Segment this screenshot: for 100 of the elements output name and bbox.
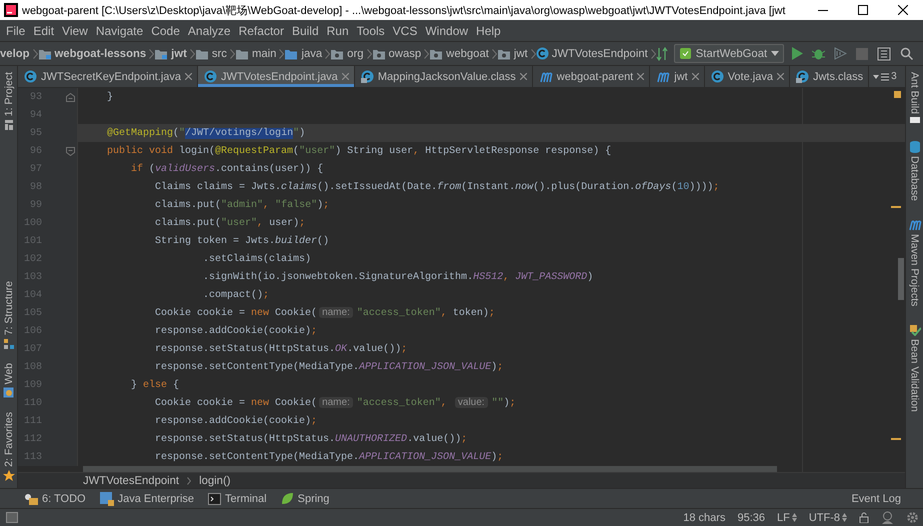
tool-window-button[interactable]: Terminal [208,492,267,504]
breadcrumb-item[interactable]: login() [199,474,230,486]
todo-icon [24,492,38,504]
enterprise-icon [100,492,114,506]
code-line: public void login(@RequestParam("user") String user, HttpServletResponse response) { [106,146,612,156]
breadcrumb-item[interactable]: JWTVotesEndpoint [83,474,180,486]
chevron-icon [187,476,192,484]
debug-icon[interactable] [812,47,826,60]
chevron-icon [230,48,235,58]
horizontal-scrollbar[interactable] [83,466,777,472]
menu-item[interactable]: Analyze [184,24,235,38]
up-down-icon [842,513,847,522]
run-icon[interactable] [792,47,804,60]
editor-tab[interactable]: MappingJacksonValue.class [354,66,533,87]
app-icon [4,3,18,17]
menu-item[interactable]: Refactor [234,24,288,38]
breadcrumb-item[interactable]: webgoat-lessons [54,48,146,60]
menu-item[interactable]: Edit [29,24,58,38]
class-icon [204,70,218,83]
breadcrumb-item[interactable]: webgoat [446,48,489,60]
m-letter-icon [538,70,553,82]
breadcrumb-item[interactable]: owasp [388,48,422,60]
menu-item[interactable]: Help [472,24,505,38]
editor-tab[interactable]: webgoat-parent [532,66,650,87]
inspector-icon[interactable] [881,511,894,524]
breadcrumb-item[interactable]: src [212,48,227,60]
menu-item[interactable]: Run [322,24,353,38]
chevron-icon [32,48,38,58]
maximize-icon[interactable] [858,5,868,15]
code-line: .signWith(io.jsonwebtoken.SignatureAlgorithm.HS512, JWT_PASSWORD) [202,272,594,282]
menu-item[interactable]: Navigate [92,24,148,38]
breadcrumb-item[interactable]: velop [0,48,30,60]
tool-window-button[interactable]: 2: Favorites [2,412,14,467]
module-folder-icon [154,48,168,60]
menu-item[interactable]: Build [288,24,323,38]
fold-icon[interactable] [66,146,75,156]
menu-item[interactable]: Tools [352,24,389,38]
tool-window-button[interactable]: Spring [280,492,330,505]
event-log-button[interactable]: Event Log [851,492,901,504]
tool-windows-toggle-icon[interactable] [6,512,18,523]
class-icon [24,70,37,83]
tool-window-button[interactable]: Web [2,362,14,384]
caret-position[interactable]: 95:36 [737,512,765,524]
source-folder-icon [284,48,298,60]
encoding-selector[interactable]: UTF-8 [808,512,847,524]
menu-item[interactable]: Code [147,24,184,38]
search-icon[interactable] [900,47,914,60]
code-line: response.addCookie(cookie); [154,416,318,426]
editor-tab[interactable]: jwt [650,66,705,87]
tool-window-button[interactable]: Java Enterprise [100,492,194,506]
class-icon [710,70,724,83]
tool-window-button[interactable]: Ant Build [908,72,920,114]
chevron-icon [190,48,195,58]
menu-item[interactable]: File [2,24,30,38]
close-icon[interactable] [898,5,908,15]
package-folder-icon [496,48,511,60]
chevron-icon [650,48,656,58]
project-icon [4,119,14,132]
tool-window-button[interactable]: Bean Validation [908,339,920,412]
m-letter-icon [656,70,670,82]
sort-arrows-icon[interactable] [656,46,668,60]
code-line: Claims claims = Jwts.claims().setIssuedAt(Date.from(Instant.now().plus(Duration.ofDays(10)))); [154,182,720,192]
run-configuration-dropdown[interactable]: StartWebGoat [674,44,784,63]
database-icon [910,141,920,154]
stop-icon[interactable] [856,48,868,60]
leaf-icon [280,492,294,505]
editor-tab[interactable]: JWTVotesEndpoint.java [198,66,355,87]
chevron-icon [366,48,372,58]
breadcrumb-item[interactable]: org [347,48,364,60]
chevron-icon [492,48,497,58]
fold-icon[interactable] [66,92,75,102]
breadcrumb-item[interactable]: jwt [514,48,528,60]
tool-window-button[interactable]: Database [908,156,920,201]
code-line: claims.put("user", user); [154,218,306,228]
tab-overflow-button[interactable]: 3 [869,66,901,87]
coverage-icon[interactable] [834,47,848,60]
menu-item[interactable]: Window [421,24,472,38]
menu-item[interactable]: VCS [388,24,422,38]
editor-tab[interactable]: Jwts.class [790,66,870,87]
line-separator-selector[interactable]: LF [776,512,797,524]
vertical-scrollbar[interactable] [898,258,904,300]
code-line: Cookie cookie = new Cookie( name: "access_token", value: ""); [154,397,516,409]
project-structure-icon[interactable] [877,46,892,60]
code-line: response.setStatus(HttpStatus.UNAUTHORIZED.value()); [154,434,468,444]
menu-item[interactable]: View [58,24,92,38]
code-line: response.setContentType(MediaType.APPLICATION_JSON_VALUE); [154,452,504,462]
tool-window-button[interactable]: 1: Project [2,72,14,116]
tool-window-button[interactable]: Maven Projects [908,234,920,306]
tool-window-button[interactable]: 7: Structure [2,281,14,336]
editor-tab[interactable]: Vote.java [704,66,790,87]
lock-icon[interactable] [859,512,869,523]
up-down-icon [792,513,797,522]
tool-window-button[interactable]: 6: TODO [24,492,86,504]
class-icon [536,47,549,60]
breadcrumb-item[interactable]: main [252,48,276,60]
chevron-icon [279,48,284,58]
breadcrumb-item[interactable]: java [301,48,322,60]
gear-icon[interactable] [906,511,919,524]
breadcrumb-item[interactable]: jwt [171,48,187,60]
breadcrumb-item[interactable]: JWTVotesEndpoint [552,48,648,60]
